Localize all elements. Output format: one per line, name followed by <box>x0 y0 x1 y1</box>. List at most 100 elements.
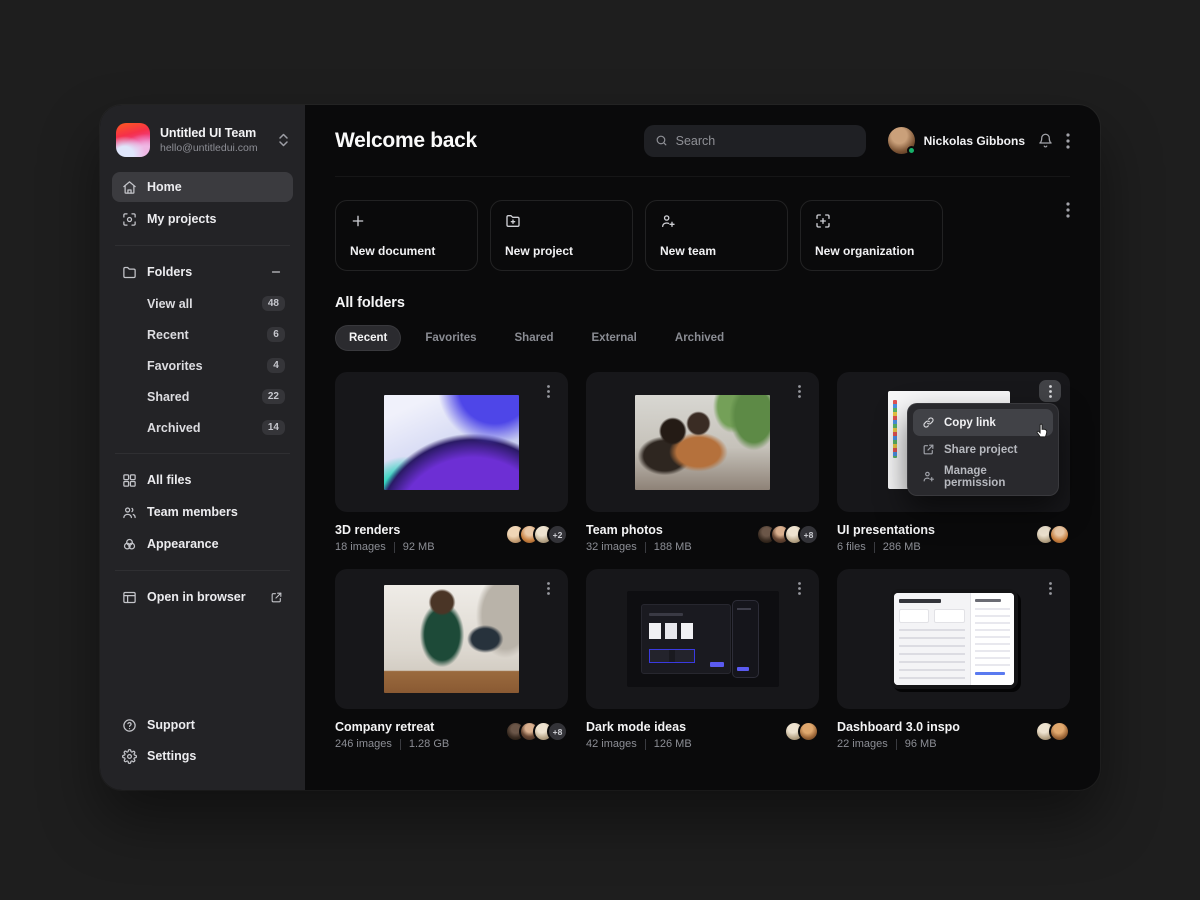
tab-favorites[interactable]: Favorites <box>411 325 490 351</box>
sidebar-item-folders[interactable]: Folders <box>112 257 293 287</box>
folder-card-company-retreat: Company retreat 246 images 1.28 GB + <box>335 569 568 750</box>
stat-divider <box>400 739 401 750</box>
count-badge: 48 <box>262 296 285 311</box>
team-name: Untitled UI Team <box>160 126 268 140</box>
menu-item-label: Manage permission <box>944 465 1044 489</box>
chevron-selector-icon[interactable] <box>278 133 289 147</box>
stat-divider <box>645 542 646 553</box>
avatar-stack <box>1035 720 1070 742</box>
folder-thumbnail[interactable] <box>335 569 568 709</box>
sidebar-item-team-members[interactable]: Team members <box>112 497 293 527</box>
card-menu-button[interactable] <box>1039 380 1061 402</box>
folder-grid: 3D renders 18 images 92 MB +2 <box>335 372 1070 750</box>
team-switcher[interactable]: Untitled UI Team hello@untitledui.com <box>112 119 293 171</box>
folder-title: Company retreat <box>335 720 449 734</box>
subitem-label: Archived <box>147 421 201 435</box>
online-status-dot <box>907 146 916 155</box>
search-box[interactable] <box>644 125 866 157</box>
folder-card-team-photos: Team photos 32 images 188 MB +8 <box>586 372 819 553</box>
card-menu-button[interactable] <box>537 577 559 599</box>
desktop-backdrop: Untitled UI Team hello@untitledui.com Ho… <box>0 0 1200 900</box>
team-logo <box>116 123 150 157</box>
card-menu-button[interactable] <box>1039 577 1061 599</box>
folder-thumbnail[interactable] <box>586 569 819 709</box>
quick-action-label: New team <box>660 244 773 258</box>
folder-count: 32 images <box>586 541 637 553</box>
tab-shared[interactable]: Shared <box>501 325 568 351</box>
stat-divider <box>645 739 646 750</box>
stat-divider <box>394 542 395 553</box>
external-link-icon <box>268 591 284 604</box>
thumbnail-image-dashboard <box>890 589 1018 689</box>
folder-count: 22 images <box>837 738 888 750</box>
sidebar-item-all-files[interactable]: All files <box>112 465 293 495</box>
sidebar-subitem-shared[interactable]: Shared 22 <box>112 382 293 411</box>
folder-size: 286 MB <box>883 541 921 553</box>
avatar <box>798 721 819 742</box>
new-document-button[interactable]: New document <box>335 200 478 271</box>
sidebar-subitem-archived[interactable]: Archived 14 <box>112 413 293 442</box>
user-name: Nickolas Gibbons <box>924 134 1025 148</box>
avatar-stack <box>784 720 819 742</box>
menu-item-copy-link[interactable]: Copy link <box>913 409 1053 436</box>
sidebar-item-label: Settings <box>147 749 196 763</box>
sidebar-subitem-recent[interactable]: Recent 6 <box>112 320 293 349</box>
sidebar-item-my-projects[interactable]: My projects <box>112 204 293 234</box>
sidebar-subitem-favorites[interactable]: Favorites 4 <box>112 351 293 380</box>
thumbnail-image-3d-render <box>384 395 519 490</box>
sidebar-item-settings[interactable]: Settings <box>112 741 293 771</box>
sidebar-item-appearance[interactable]: Appearance <box>112 529 293 559</box>
new-project-button[interactable]: New project <box>490 200 633 271</box>
folder-thumbnail[interactable] <box>837 569 1070 709</box>
card-menu-button[interactable] <box>788 380 810 402</box>
frame-plus-icon <box>815 213 928 229</box>
subitem-label: Shared <box>147 390 189 404</box>
avatar-overflow-badge: +8 <box>547 721 568 742</box>
search-input[interactable] <box>676 134 855 148</box>
folder-stats: 246 images 1.28 GB <box>335 738 449 750</box>
folder-size: 1.28 GB <box>409 738 449 750</box>
folder-plus-icon <box>505 213 618 229</box>
menu-item-share-project[interactable]: Share project <box>913 436 1053 463</box>
new-team-button[interactable]: New team <box>645 200 788 271</box>
stat-divider <box>874 542 875 553</box>
sidebar-subitem-view-all[interactable]: View all 48 <box>112 289 293 318</box>
folder-thumbnail[interactable] <box>335 372 568 512</box>
search-icon <box>655 134 668 147</box>
header-kebab-icon[interactable] <box>1066 133 1070 149</box>
folder-stats: 42 images 126 MB <box>586 738 692 750</box>
avatar-stack: +8 <box>505 720 568 742</box>
page-title: Welcome back <box>335 129 477 153</box>
sidebar-item-home[interactable]: Home <box>112 172 293 202</box>
folder-thumbnail[interactable] <box>586 372 819 512</box>
folder-title: 3D renders <box>335 523 435 537</box>
tab-external[interactable]: External <box>578 325 651 351</box>
menu-item-manage-permission[interactable]: Manage permission <box>913 463 1053 490</box>
quick-action-label: New project <box>505 244 618 258</box>
avatar-overflow-badge: +8 <box>798 524 819 545</box>
card-menu-button[interactable] <box>537 380 559 402</box>
sidebar-item-support[interactable]: Support <box>112 710 293 740</box>
folder-count: 246 images <box>335 738 392 750</box>
tab-archived[interactable]: Archived <box>661 325 738 351</box>
app-window: Untitled UI Team hello@untitledui.com Ho… <box>100 105 1100 790</box>
avatar-stack: +8 <box>756 523 819 545</box>
sidebar-item-label: Folders <box>147 265 192 279</box>
sidebar-item-open-in-browser[interactable]: Open in browser <box>112 582 293 612</box>
count-badge: 6 <box>267 327 285 342</box>
new-organization-button[interactable]: New organization <box>800 200 943 271</box>
section-kebab-icon[interactable] <box>1066 202 1070 218</box>
folder-size: 96 MB <box>905 738 937 750</box>
folder-size: 188 MB <box>654 541 692 553</box>
bell-icon[interactable] <box>1038 133 1053 148</box>
user-plus-icon <box>660 213 773 229</box>
team-email: hello@untitledui.com <box>160 142 268 154</box>
slide-color-dots <box>893 400 897 458</box>
card-menu-button[interactable] <box>788 577 810 599</box>
count-badge: 14 <box>262 420 285 435</box>
collapse-minus-icon[interactable] <box>268 266 284 278</box>
tab-recent[interactable]: Recent <box>335 325 401 351</box>
folder-thumbnail[interactable]: Copy link Share project <box>837 372 1070 512</box>
sidebar-item-label: All files <box>147 473 191 487</box>
user-menu[interactable]: Nickolas Gibbons <box>888 127 1025 154</box>
